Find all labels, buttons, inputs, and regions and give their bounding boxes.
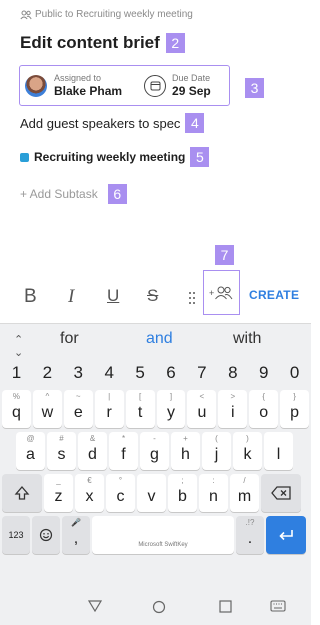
- suggestion-1[interactable]: for: [60, 330, 79, 348]
- due-date-value: 29 Sep: [172, 84, 211, 98]
- keyboard-brand: Microsoft SwiftKey: [138, 542, 188, 548]
- letter-key-w[interactable]: ^ w: [32, 390, 62, 428]
- task-title[interactable]: Edit content brief: [20, 33, 160, 53]
- annotation-badge-3: 3: [245, 78, 264, 98]
- letter-key-q[interactable]: % q: [2, 390, 31, 428]
- number-key-9[interactable]: 9: [249, 358, 278, 388]
- number-key-3[interactable]: 3: [64, 358, 93, 388]
- numbers-key[interactable]: 123: [2, 516, 30, 554]
- assignee-avatar[interactable]: [25, 74, 47, 97]
- letter-key-g[interactable]: -g: [140, 432, 169, 470]
- strikethrough-button[interactable]: S: [147, 286, 158, 306]
- due-date-button[interactable]: Due Date 29 Sep: [172, 73, 211, 98]
- number-key-5[interactable]: 5: [126, 358, 155, 388]
- expand-chevron-icon[interactable]: ⌃ ⌄: [14, 333, 23, 359]
- annotation-badge-5: 5: [190, 147, 210, 167]
- number-key-2[interactable]: 2: [33, 358, 62, 388]
- assigned-to-label: Assigned to: [54, 73, 102, 83]
- create-button[interactable]: CREATE: [249, 288, 299, 302]
- comma-key[interactable]: 🎤 ,: [62, 516, 90, 554]
- letter-key-f[interactable]: * f: [109, 432, 138, 470]
- letter-key-b[interactable]: ; b: [168, 474, 197, 512]
- annotation-badge-2: 2: [165, 33, 185, 53]
- calendar-icon[interactable]: [144, 74, 167, 97]
- letter-key-x[interactable]: € x: [75, 474, 104, 512]
- assignee-button[interactable]: Assigned to Blake Pham: [54, 73, 122, 98]
- list-color-icon: [20, 152, 29, 162]
- number-key-4[interactable]: 4: [95, 358, 124, 388]
- letter-key-v[interactable]: v: [137, 474, 166, 512]
- number-key-6[interactable]: 6: [157, 358, 186, 388]
- letter-key-p[interactable]: } p: [280, 390, 310, 428]
- suggestion-bar: ⌃ ⌄ for and with: [0, 324, 311, 359]
- number-key-1[interactable]: 1: [2, 358, 31, 388]
- add-subtask-button[interactable]: + Add Subtask: [20, 187, 98, 201]
- backspace-icon: [271, 486, 291, 500]
- suggestion-2[interactable]: and: [146, 330, 173, 348]
- emoji-key[interactable]: [32, 516, 60, 554]
- letter-key-t[interactable]: [t: [125, 390, 155, 428]
- shift-icon: [14, 486, 30, 500]
- letter-key-m[interactable]: / m: [230, 474, 259, 512]
- letter-key-o[interactable]: {o: [249, 390, 279, 428]
- mention-user-button[interactable]: +: [203, 270, 240, 315]
- period-key[interactable]: .!? .: [236, 516, 264, 554]
- annotation-badge-4: 4: [185, 113, 205, 133]
- mic-icon: 🎤: [71, 518, 81, 527]
- letter-key-c[interactable]: ° c: [106, 474, 135, 512]
- letter-key-u[interactable]: < u: [187, 390, 217, 428]
- visibility-text: Public to Recruiting weekly meeting: [35, 9, 193, 20]
- keyboard-hide-icon[interactable]: [270, 600, 286, 612]
- number-key-0[interactable]: 0: [280, 358, 309, 388]
- letter-key-i[interactable]: > i: [218, 390, 248, 428]
- space-key[interactable]: Microsoft SwiftKey: [92, 516, 234, 554]
- letter-key-k[interactable]: ) k: [233, 432, 262, 470]
- visibility-label: Public to Recruiting weekly meeting: [20, 9, 193, 20]
- letter-key-d[interactable]: & d: [78, 432, 107, 470]
- letter-key-r[interactable]: | r: [94, 390, 124, 428]
- letter-key-h[interactable]: + h: [171, 432, 200, 470]
- suggestion-3[interactable]: with: [233, 330, 261, 348]
- svg-text:+: +: [209, 288, 214, 298]
- assignment-box: Assigned to Blake Pham Due Date 29 Sep: [19, 65, 230, 106]
- back-triangle-icon[interactable]: [88, 600, 102, 612]
- recents-square-icon[interactable]: [219, 600, 232, 613]
- annotation-badge-6: 6: [107, 184, 127, 204]
- task-description[interactable]: Add guest speakers to spec: [20, 116, 180, 131]
- due-date-label: Due Date: [172, 73, 211, 83]
- letter-key-j[interactable]: (j: [202, 432, 231, 470]
- letter-key-a[interactable]: @ a: [16, 432, 45, 470]
- letter-key-s[interactable]: # s: [47, 432, 76, 470]
- bold-button[interactable]: B: [24, 286, 37, 308]
- italic-button[interactable]: I: [68, 286, 74, 308]
- keyboard: ⌃ ⌄ for and with 1234567890 % q ^ w ~ e | r[t] y <…: [0, 323, 311, 625]
- enter-icon: [279, 530, 293, 541]
- letter-key-n[interactable]: :n: [199, 474, 228, 512]
- letter-key-e[interactable]: ~ e: [63, 390, 93, 428]
- add-people-icon: +: [209, 286, 232, 299]
- home-circle-icon[interactable]: [152, 600, 166, 614]
- number-key-8[interactable]: 8: [218, 358, 247, 388]
- list-name[interactable]: Recruiting weekly meeting: [34, 150, 185, 164]
- shift-key[interactable]: [2, 474, 42, 512]
- letter-key-z[interactable]: _ z: [44, 474, 73, 512]
- letter-key-l[interactable]: l: [264, 432, 293, 470]
- people-icon: [20, 10, 32, 19]
- emoji-icon: [39, 528, 53, 542]
- enter-key[interactable]: [266, 516, 306, 554]
- backspace-key[interactable]: [261, 474, 301, 512]
- system-nav-bar: [0, 590, 311, 625]
- underline-button[interactable]: U: [107, 286, 119, 306]
- number-key-7[interactable]: 7: [187, 358, 216, 388]
- annotation-badge-7: 7: [215, 245, 234, 265]
- assignee-name: Blake Pham: [54, 84, 123, 98]
- drag-handle-icon[interactable]: [188, 289, 196, 311]
- letter-key-y[interactable]: ] y: [156, 390, 186, 428]
